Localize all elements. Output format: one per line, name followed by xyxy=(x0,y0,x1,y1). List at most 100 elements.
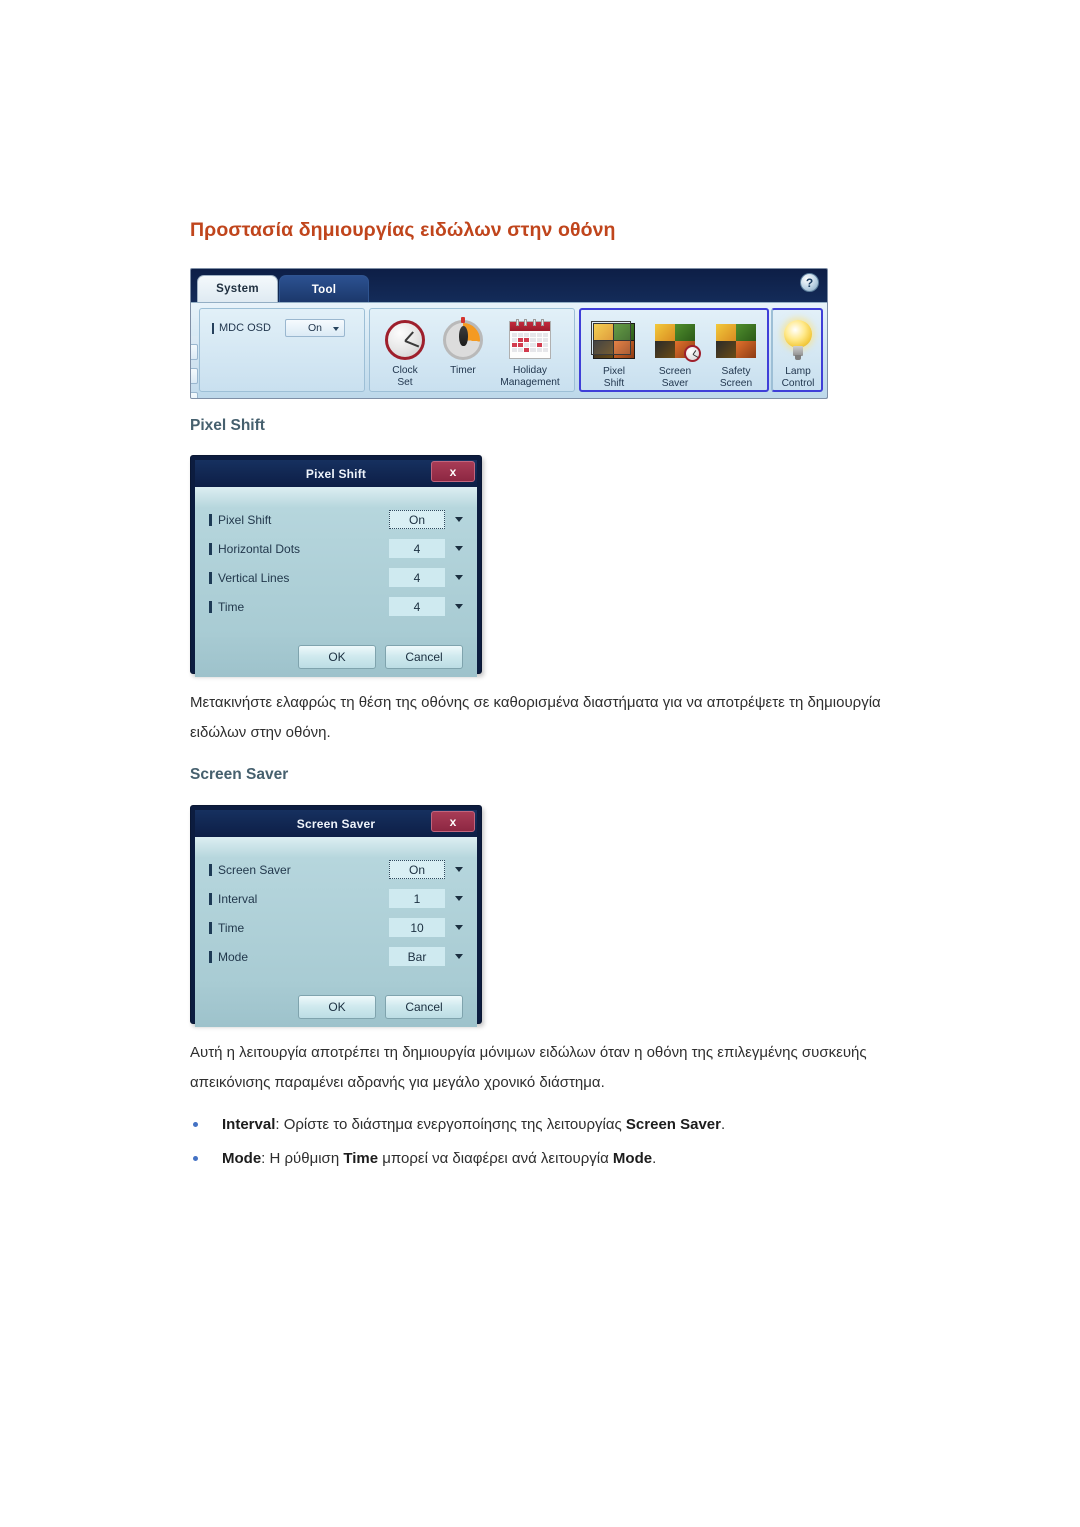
time-select[interactable]: 4 xyxy=(389,597,445,616)
dialog-row: Vertical Lines 4 xyxy=(209,563,463,592)
pixel-shift-heading: Pixel Shift xyxy=(190,417,265,434)
dialog-row: Mode Bar xyxy=(209,942,463,971)
row-label: Time xyxy=(218,599,245,614)
toolbar-body: MDC OSD On Clock Set Timer Holiday Manag… xyxy=(191,302,827,398)
tab-system[interactable]: System xyxy=(197,275,278,302)
dialog-row: Screen Saver On xyxy=(209,855,463,884)
tool-timer[interactable]: Timer xyxy=(432,315,494,377)
row-label: Mode xyxy=(218,949,249,964)
dialog-row: Time 4 xyxy=(209,592,463,621)
mdc-osd-value: On xyxy=(307,322,322,334)
tool-holiday-line1: Holiday xyxy=(513,365,547,376)
bullet-strong: Screen Saver xyxy=(625,1116,721,1133)
interval-select[interactable]: 1 xyxy=(389,889,445,908)
cropped-list-item xyxy=(191,344,198,360)
horizontal-dots-select[interactable]: 4 xyxy=(389,539,445,558)
tool-lamp-control-line1: Lamp xyxy=(785,366,811,377)
tool-screen-saver-line1: Screen xyxy=(658,366,692,377)
bullet-lead: Mode xyxy=(222,1150,262,1167)
help-icon[interactable]: ? xyxy=(800,273,819,292)
dialog-body: Screen Saver On Interval 1 Time 10 Mode … xyxy=(195,837,477,987)
bullet-marker-icon xyxy=(209,571,212,584)
ok-button[interactable]: OK xyxy=(298,645,376,669)
chevron-down-icon xyxy=(332,327,339,331)
tool-safety-screen[interactable]: Safety Screen xyxy=(705,316,767,390)
select-value: 4 xyxy=(413,599,421,614)
dialog-title: Screen Saver xyxy=(296,816,376,831)
bullet-mid: : Ορίστε το διάστημα ενεργοποίησης της λ… xyxy=(275,1116,626,1133)
bullet-marker-icon xyxy=(209,600,212,613)
chevron-down-icon[interactable] xyxy=(455,517,463,522)
pixel-shift-dialog: Pixel Shift x Pixel Shift On Horizontal … xyxy=(190,455,482,677)
row-label: Horizontal Dots xyxy=(218,541,301,556)
tool-clock-set-line2: Set xyxy=(397,377,413,388)
chevron-down-icon[interactable] xyxy=(455,896,463,901)
bullet-mid2: μπορεί να διαφέρει ανά λειτουργία xyxy=(378,1150,613,1167)
bullet-marker-icon xyxy=(209,513,212,526)
row-label: Time xyxy=(218,920,245,935)
close-icon[interactable]: x xyxy=(431,461,475,482)
chevron-down-icon[interactable] xyxy=(455,546,463,551)
tab-tool[interactable]: Tool xyxy=(279,275,369,304)
cropped-list-item xyxy=(191,368,198,384)
screen-saver-select[interactable]: On xyxy=(389,860,445,879)
mode-select[interactable]: Bar xyxy=(389,947,445,966)
vertical-lines-select[interactable]: 4 xyxy=(389,568,445,587)
close-icon[interactable]: x xyxy=(431,811,475,832)
bullet-marker-icon xyxy=(209,892,212,905)
tool-holiday-management[interactable]: Holiday Management xyxy=(488,315,572,389)
bullet-lead: Interval xyxy=(222,1116,276,1133)
bullet-mid: : Η ρύθμιση xyxy=(261,1150,344,1167)
bullet-strong2: Mode xyxy=(612,1150,653,1167)
pixel-shift-paragraph: Μετακινήστε ελαφρώς τη θέση της οθόνης σ… xyxy=(190,694,881,741)
row-label: Interval xyxy=(218,891,258,906)
dialog-footer: OK Cancel xyxy=(195,637,477,677)
chevron-down-icon[interactable] xyxy=(455,925,463,930)
tool-screen-saver-line2: Saver xyxy=(661,378,689,389)
clock-icon xyxy=(374,315,436,365)
mdc-osd-select[interactable]: On xyxy=(284,319,345,337)
cancel-button[interactable]: Cancel xyxy=(385,995,463,1019)
dialog-title-bar: Screen Saver x xyxy=(195,810,477,837)
calendar-icon xyxy=(488,315,572,365)
bullet-list: Interval: Ορίστε το διάστημα ενεργοποίησ… xyxy=(190,1110,950,1178)
tool-screen-saver[interactable]: Screen Saver xyxy=(644,316,706,390)
time-select[interactable]: 10 xyxy=(389,918,445,937)
tool-pixel-shift[interactable]: Pixel Shift xyxy=(583,316,645,390)
mdc-toolbar-screenshot: System Tool ? MDC OSD On Clock Set Timer… xyxy=(190,268,828,399)
select-value: 10 xyxy=(410,920,424,935)
dialog-body: Pixel Shift On Horizontal Dots 4 Vertica… xyxy=(195,487,477,637)
chevron-down-icon[interactable] xyxy=(455,575,463,580)
cropped-list-item xyxy=(191,392,198,398)
select-value: 4 xyxy=(413,570,421,585)
dialog-row: Time 10 xyxy=(209,913,463,942)
mdc-osd-row: MDC OSD On xyxy=(212,319,345,337)
pixel-shift-icon xyxy=(583,316,645,366)
tool-clock-set[interactable]: Clock Set xyxy=(374,315,436,389)
tool-lamp-control[interactable]: Lamp Control xyxy=(767,316,827,390)
bullet-tail: . xyxy=(721,1116,726,1133)
bullet-dot-icon xyxy=(193,1122,198,1127)
bullet-marker-icon xyxy=(212,322,214,334)
screen-saver-paragraph: Αυτή η λειτουργία αποτρέπει τη δημιουργί… xyxy=(190,1044,867,1091)
screen-group: Pixel Shift Screen Saver Safety Screen xyxy=(579,308,769,392)
bullet-marker-icon xyxy=(209,950,212,963)
tool-safety-screen-line1: Safety xyxy=(721,366,751,377)
chevron-down-icon[interactable] xyxy=(455,604,463,609)
tab-bar: System Tool ? xyxy=(191,269,827,304)
tool-safety-screen-line2: Screen xyxy=(719,378,753,389)
bullet-marker-icon xyxy=(209,921,212,934)
cancel-button[interactable]: Cancel xyxy=(385,645,463,669)
chevron-down-icon[interactable] xyxy=(455,954,463,959)
bullet-marker-icon xyxy=(209,863,212,876)
page-title: Προστασία δημιουργίας ειδώλων στην οθόνη xyxy=(190,219,616,241)
ok-button[interactable]: OK xyxy=(298,995,376,1019)
screen-saver-heading: Screen Saver xyxy=(190,766,289,783)
pixel-shift-select[interactable]: On xyxy=(389,510,445,529)
tool-pixel-shift-line1: Pixel xyxy=(602,366,626,377)
row-label: Screen Saver xyxy=(218,862,291,877)
chevron-down-icon[interactable] xyxy=(455,867,463,872)
tool-pixel-shift-line2: Shift xyxy=(603,378,625,389)
osd-group: MDC OSD On xyxy=(199,308,365,392)
dialog-footer: OK Cancel xyxy=(195,987,477,1027)
